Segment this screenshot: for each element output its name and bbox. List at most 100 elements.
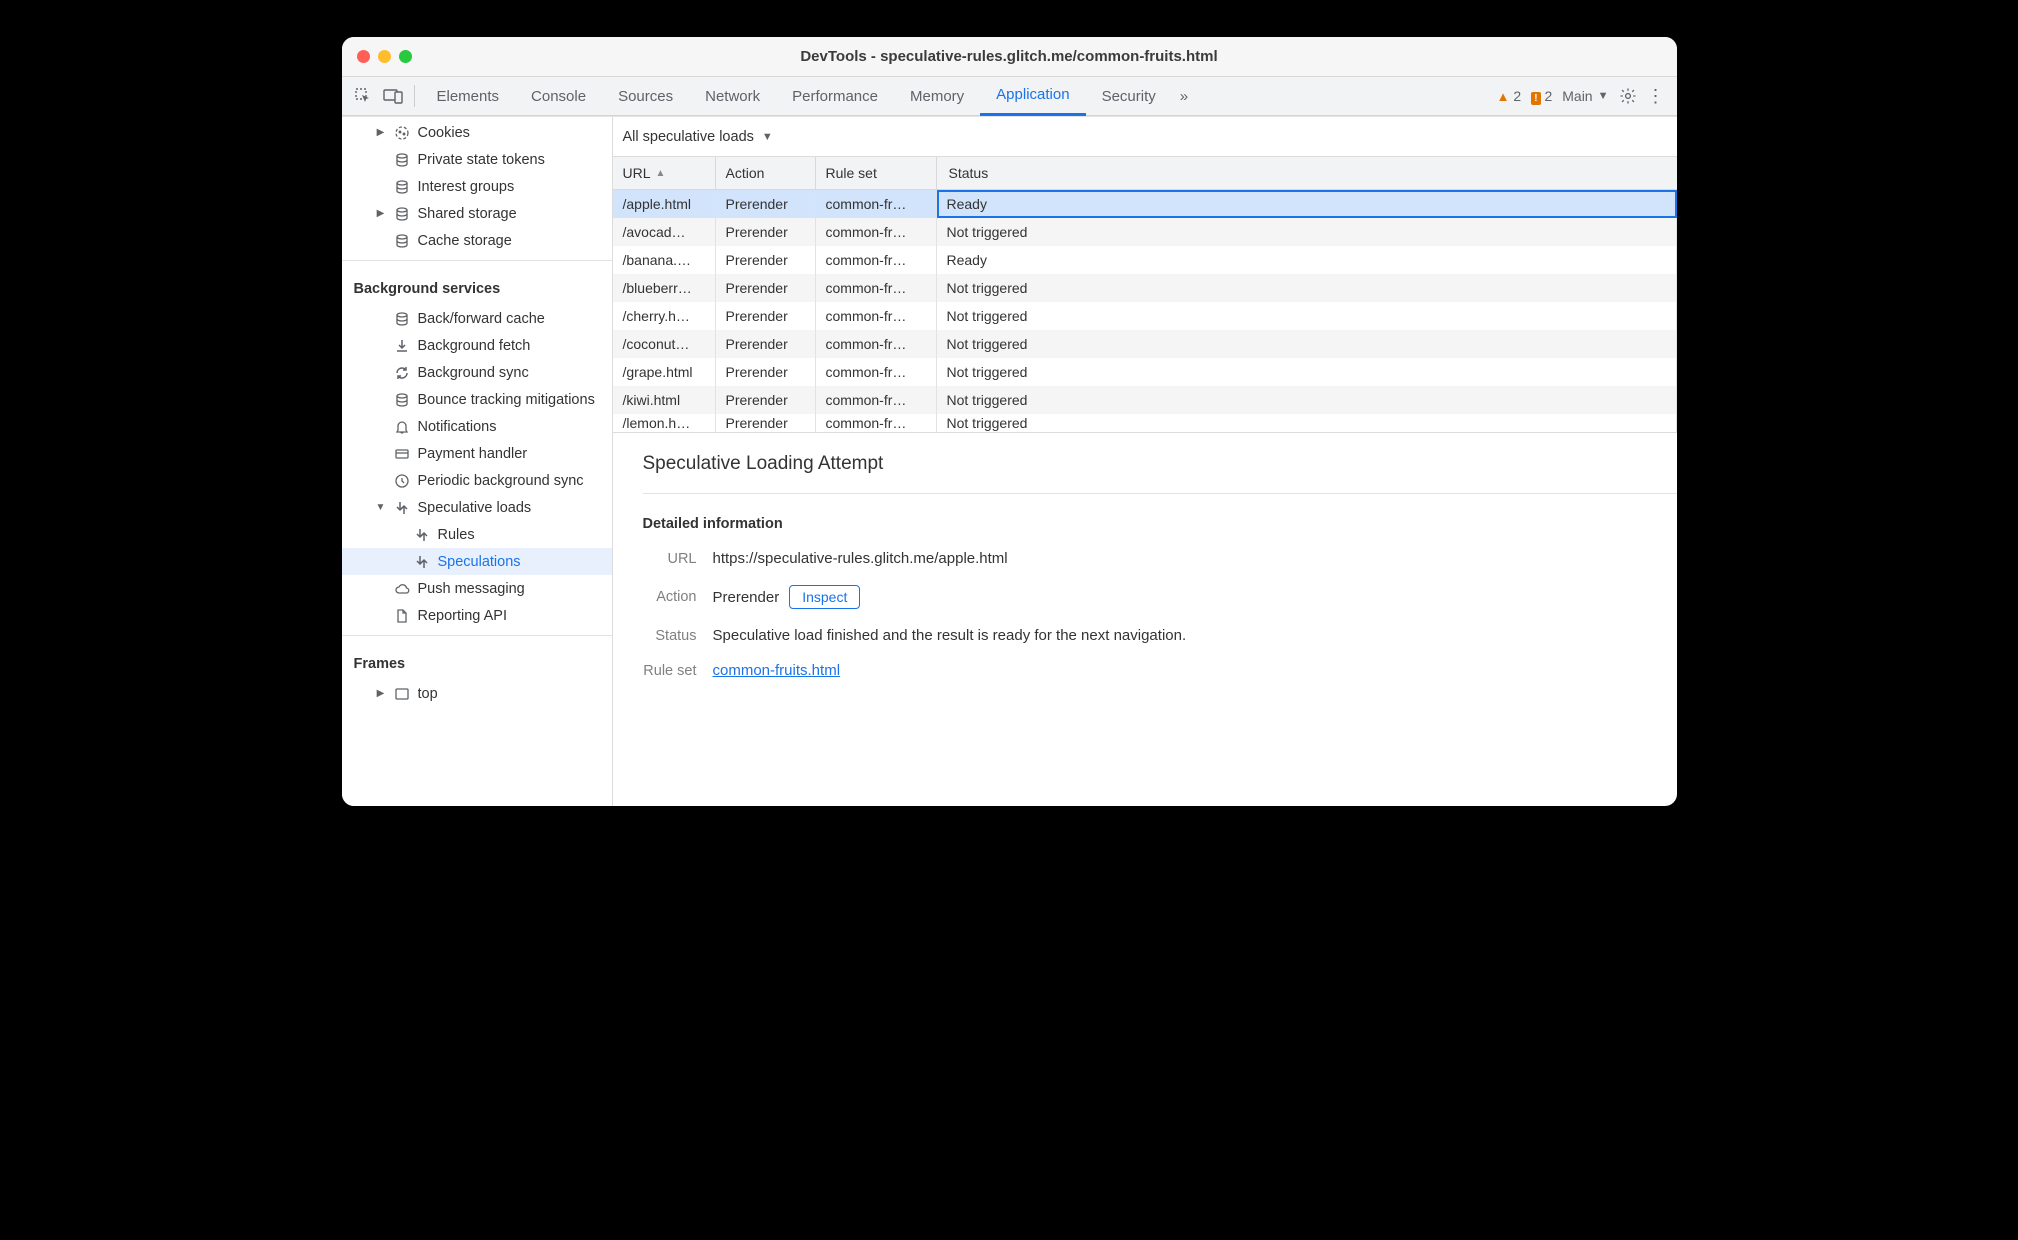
detail-ruleset-link[interactable]: common-fruits.html [713, 662, 841, 679]
tab-security[interactable]: Security [1086, 77, 1172, 116]
tab-performance[interactable]: Performance [776, 77, 894, 116]
table-row[interactable]: /kiwi.htmlPrerendercommon-fr…Not trigger… [613, 386, 1677, 414]
cell-action: Prerender [716, 302, 816, 330]
section-frames: Frames [342, 642, 612, 680]
column-url[interactable]: URL ▲ [613, 157, 716, 189]
cookie-icon [393, 125, 411, 141]
column-status[interactable]: Status [937, 157, 1677, 189]
doc-icon [393, 608, 411, 624]
sidebar-item-background-sync[interactable]: Background sync [342, 359, 612, 386]
speculative-loads-filter[interactable]: All speculative loads ▼ [623, 129, 773, 145]
sidebar-item-private-state-tokens[interactable]: Private state tokens [342, 146, 612, 173]
panel-body: ▶Cookies Private state tokens Interest gro… [342, 116, 1677, 806]
cell-ruleset: common-fr… [816, 386, 937, 414]
cell-url: /apple.html [613, 190, 716, 218]
cell-ruleset: common-fr… [816, 190, 937, 218]
spec-icon [413, 527, 431, 543]
cell-status: Not triggered [937, 302, 1677, 330]
chevron-down-icon: ▼ [762, 131, 773, 143]
spec-icon [413, 554, 431, 570]
inspect-button[interactable]: Inspect [789, 585, 860, 609]
table-row[interactable]: /apple.htmlPrerendercommon-fr…Ready [613, 190, 1677, 218]
table-row[interactable]: /grape.htmlPrerendercommon-fr…Not trigge… [613, 358, 1677, 386]
sidebar-item-top[interactable]: ▶top [342, 680, 612, 707]
cell-status: Not triggered [937, 414, 1677, 432]
detail-status-key: Status [643, 628, 713, 644]
tab-sources[interactable]: Sources [602, 77, 689, 116]
sidebar-item-background-fetch[interactable]: Background fetch [342, 332, 612, 359]
cell-action: Prerender [716, 190, 816, 218]
sidebar-item-reporting-api[interactable]: Reporting API [342, 602, 612, 629]
tab-memory[interactable]: Memory [894, 77, 980, 116]
device-toolbar-icon[interactable] [378, 88, 408, 104]
close-window-button[interactable] [357, 50, 370, 63]
table-header: URL ▲ Action Rule set Status [613, 157, 1677, 190]
sidebar-item-periodic-background-sync[interactable]: Periodic background sync [342, 467, 612, 494]
sidebar-item-cookies[interactable]: ▶Cookies [342, 119, 612, 146]
detail-pane: Speculative Loading Attempt Detailed inf… [613, 433, 1677, 806]
section-background-services: Background services [342, 267, 612, 305]
cell-status: Not triggered [937, 274, 1677, 302]
sidebar-item-payment-handler[interactable]: Payment handler [342, 440, 612, 467]
sidebar-item-speculative-loads[interactable]: ▼Speculative loads [342, 494, 612, 521]
warnings-indicator[interactable]: ▲ 2 [1497, 88, 1522, 104]
cell-status: Not triggered [937, 386, 1677, 414]
table-row[interactable]: /banana.…Prerendercommon-fr…Ready [613, 246, 1677, 274]
db-icon [393, 311, 411, 327]
titlebar: DevTools - speculative-rules.glitch.me/c… [342, 37, 1677, 77]
detail-url-value: https://speculative-rules.glitch.me/appl… [713, 550, 1008, 567]
content-area: All speculative loads ▼ URL ▲ Action Rul… [613, 117, 1677, 806]
cell-ruleset: common-fr… [816, 218, 937, 246]
db-icon [393, 392, 411, 408]
sidebar-item-label: Interest groups [418, 179, 612, 195]
column-action[interactable]: Action [716, 157, 816, 189]
sidebar-item-shared-storage[interactable]: ▶Shared storage [342, 200, 612, 227]
cell-action: Prerender [716, 246, 816, 274]
sidebar-item-rules[interactable]: Rules [342, 521, 612, 548]
sidebar-item-label: Cache storage [418, 233, 612, 249]
minimize-window-button[interactable] [378, 50, 391, 63]
filter-bar: All speculative loads ▼ [613, 117, 1677, 157]
sidebar-item-label: Rules [438, 527, 612, 543]
bell-icon [393, 419, 411, 435]
sidebar-item-label: Private state tokens [418, 152, 612, 168]
tab-network[interactable]: Network [689, 77, 776, 116]
fetch-icon [393, 338, 411, 354]
spec-icon [393, 500, 411, 516]
cell-ruleset: common-fr… [816, 330, 937, 358]
table-row[interactable]: /blueberr…Prerendercommon-fr…Not trigger… [613, 274, 1677, 302]
main-target-selector[interactable]: Main ▼ [1562, 88, 1608, 104]
sidebar-item-bounce-tracking-mitigations[interactable]: Bounce tracking mitigations [342, 386, 612, 413]
window-title: DevTools - speculative-rules.glitch.me/c… [342, 48, 1677, 65]
frame-icon [393, 686, 411, 702]
more-options-icon[interactable]: ⋮ [1647, 86, 1665, 107]
zoom-window-button[interactable] [399, 50, 412, 63]
sidebar-item-label: Notifications [418, 419, 612, 435]
sidebar-item-speculations[interactable]: Speculations [342, 548, 612, 575]
table-row[interactable]: /cherry.h…Prerendercommon-fr…Not trigger… [613, 302, 1677, 330]
tab-application[interactable]: Application [980, 77, 1085, 116]
cell-action: Prerender [716, 386, 816, 414]
tab-elements[interactable]: Elements [421, 77, 516, 116]
issues-indicator[interactable]: ! 2 [1531, 88, 1552, 105]
sidebar-item-interest-groups[interactable]: Interest groups [342, 173, 612, 200]
application-sidebar: ▶Cookies Private state tokens Interest gro… [342, 117, 613, 806]
sidebar-item-push-messaging[interactable]: Push messaging [342, 575, 612, 602]
more-tabs-button[interactable]: » [1172, 77, 1196, 116]
inspect-element-icon[interactable] [348, 87, 378, 105]
cell-url: /coconut… [613, 330, 716, 358]
sidebar-item-label: Bounce tracking mitigations [418, 392, 612, 408]
table-row[interactable]: /avocad…Prerendercommon-fr…Not triggered [613, 218, 1677, 246]
table-body: /apple.htmlPrerendercommon-fr…Ready/avoc… [613, 190, 1677, 432]
settings-icon[interactable] [1619, 87, 1637, 105]
sidebar-item-cache-storage[interactable]: Cache storage [342, 227, 612, 254]
tab-console[interactable]: Console [515, 77, 602, 116]
column-ruleset[interactable]: Rule set [816, 157, 937, 189]
detail-title: Speculative Loading Attempt [643, 453, 1647, 475]
chevron-right-icon: ▶ [376, 688, 386, 699]
table-row[interactable]: /coconut…Prerendercommon-fr…Not triggere… [613, 330, 1677, 358]
cell-action: Prerender [716, 218, 816, 246]
sidebar-item-notifications[interactable]: Notifications [342, 413, 612, 440]
table-row[interactable]: /lemon.h…Prerendercommon-fr…Not triggere… [613, 414, 1677, 432]
sidebar-item-back-forward-cache[interactable]: Back/forward cache [342, 305, 612, 332]
